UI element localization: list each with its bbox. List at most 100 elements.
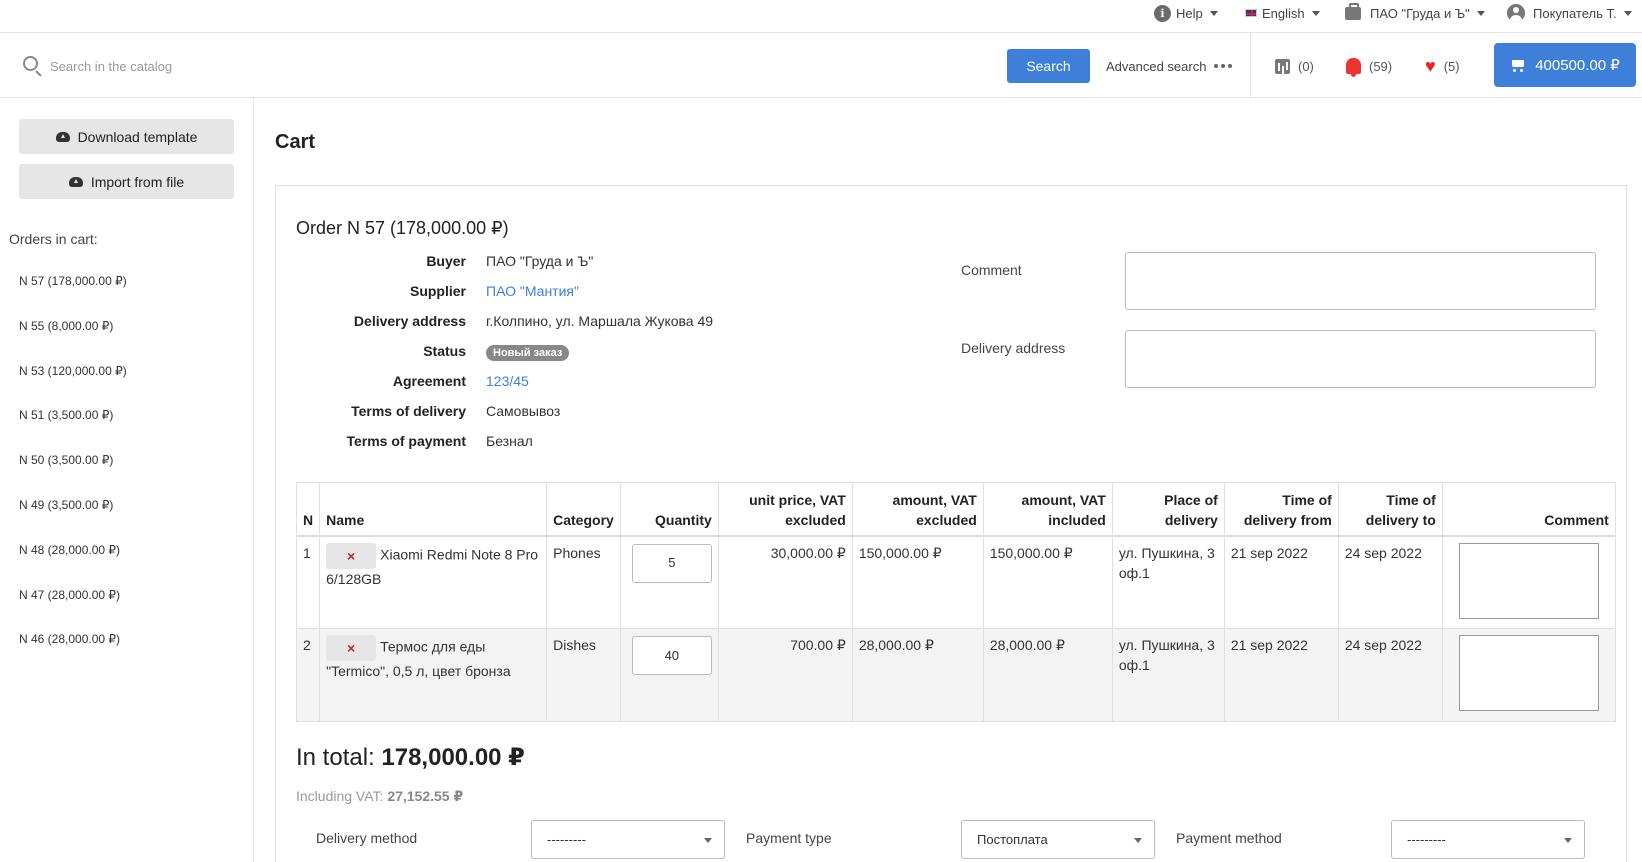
col-header-amount-excl: amount, VAT excluded xyxy=(851,482,984,536)
buyer-label: Buyer xyxy=(426,253,466,269)
cell-n: 2 xyxy=(295,628,321,722)
sidebar-order-link[interactable]: N 46 (28,000.00 ₽) xyxy=(19,632,120,646)
row-comment-textarea[interactable] xyxy=(1458,635,1599,711)
sidebar-order-link[interactable]: N 47 (28,000.00 ₽) xyxy=(19,588,120,602)
delivery-address-textarea[interactable] xyxy=(1125,330,1596,388)
delivery-address-label: Delivery address xyxy=(961,340,1066,356)
col-header-place: Place of delivery xyxy=(1111,482,1225,536)
terms-delivery-value: Самовывоз xyxy=(486,403,561,419)
search-button[interactable]: Search xyxy=(1007,49,1090,83)
heart-icon: ♥ xyxy=(1425,56,1436,76)
comment-textarea[interactable] xyxy=(1125,252,1596,310)
notifications-count: (59) xyxy=(1369,58,1393,74)
terms-payment-value: Безнал xyxy=(486,433,533,449)
briefcase-icon xyxy=(1345,2,1361,20)
download-template-button[interactable]: Download template xyxy=(19,119,234,154)
sidebar-order-link[interactable]: N 50 (3,500.00 ₽) xyxy=(19,453,113,467)
status-value: Новый заказ xyxy=(486,343,570,361)
payment-type-select[interactable]: Постоплата xyxy=(961,820,1155,859)
col-header-time-from: Time of delivery from xyxy=(1223,482,1339,536)
chevron-down-icon xyxy=(1623,10,1632,16)
col-header-quantity: Quantity xyxy=(619,482,719,536)
vat-value: 27,152.55 ₽ xyxy=(387,788,464,804)
chevron-down-icon xyxy=(704,838,712,843)
delivery-method-select[interactable]: --------- xyxy=(531,820,725,859)
notifications-counter[interactable]: (59) xyxy=(1346,49,1392,83)
status-label: Status xyxy=(423,343,466,359)
cell-name: × Xiaomi Redmi Note 8 Pro 6/128GB xyxy=(319,535,548,629)
user-label: Покупатель Т. xyxy=(1533,5,1617,21)
payment-type-label: Payment type xyxy=(746,830,832,846)
cell-quantity: 40 xyxy=(619,628,719,722)
help-menu[interactable]: i Help xyxy=(1154,0,1218,26)
quantity-input[interactable]: 40 xyxy=(631,636,712,675)
divider xyxy=(1250,33,1251,97)
table-row: 2 × Термос для еды "Termico", 0,5 л, цвет… xyxy=(295,628,1616,722)
advanced-search-label: Advanced search xyxy=(1106,58,1207,74)
cell-comment xyxy=(1441,535,1616,629)
col-header-amount-incl: amount, VAT included xyxy=(982,482,1113,536)
terms-payment-label: Terms of payment xyxy=(346,433,466,449)
cell-amount-excl: 28,000.00 ₽ xyxy=(851,628,984,722)
language-label: English xyxy=(1262,5,1305,21)
favorites-counter[interactable]: ♥ (5) xyxy=(1425,49,1460,83)
sidebar-order-link[interactable]: N 51 (3,500.00 ₽) xyxy=(19,408,113,422)
cell-amount-excl: 150,000.00 ₽ xyxy=(851,535,984,629)
cell-category: Dishes xyxy=(546,628,621,722)
cell-category: Phones xyxy=(546,535,621,629)
col-header-n: N xyxy=(295,482,321,536)
user-avatar-icon xyxy=(1507,4,1525,22)
sidebar-order-link[interactable]: N 48 (28,000.00 ₽) xyxy=(19,543,120,557)
row-comment-textarea[interactable] xyxy=(1458,542,1599,619)
cell-place: ул. Пушкина, 3 оф.1 xyxy=(1111,628,1225,722)
vat-prefix: Including VAT: xyxy=(296,788,384,804)
help-label: Help xyxy=(1176,5,1203,21)
cell-time-from: 21 sep 2022 xyxy=(1223,628,1339,722)
cell-time-from: 21 sep 2022 xyxy=(1223,535,1339,629)
info-icon: i xyxy=(1154,4,1171,22)
compare-counter[interactable]: (0) xyxy=(1275,49,1314,83)
address-label: Delivery address xyxy=(353,313,466,329)
advanced-search-link[interactable]: Advanced search xyxy=(1106,49,1233,83)
terms-delivery-label: Terms of delivery xyxy=(351,403,466,419)
sidebar: Download template Import from file Order… xyxy=(0,98,254,862)
page-title: Cart xyxy=(275,131,316,153)
cell-time-to: 24 sep 2022 xyxy=(1337,628,1443,722)
cart-button[interactable]: 400500.00 ₽ xyxy=(1494,43,1636,87)
col-header-comment: Comment xyxy=(1441,482,1616,536)
sidebar-order-link[interactable]: N 55 (8,000.00 ₽) xyxy=(19,319,113,333)
orders-in-cart-title: Orders in cart: xyxy=(9,231,98,247)
search-bar: Search Advanced search (0) (59) ♥ (5) 40… xyxy=(0,33,1642,98)
cell-quantity: 5 xyxy=(619,535,719,629)
supplier-link[interactable]: ПАО "Мантия" xyxy=(486,283,579,299)
cloud-download-icon xyxy=(55,131,70,142)
remove-item-button[interactable]: × xyxy=(326,542,377,569)
sidebar-order-link[interactable]: N 57 (178,000.00 ₽) xyxy=(19,274,127,288)
remove-item-button[interactable]: × xyxy=(326,635,377,661)
agreement-link[interactable]: 123/45 xyxy=(486,373,529,389)
cell-comment xyxy=(1441,628,1616,722)
import-file-button[interactable]: Import from file xyxy=(19,164,234,199)
compare-chart-icon xyxy=(1275,58,1290,74)
download-template-label: Download template xyxy=(77,128,198,145)
buyer-value: ПАО "Груда и Ъ" xyxy=(486,253,594,269)
status-badge: Новый заказ xyxy=(486,345,570,361)
sidebar-order-link[interactable]: N 49 (3,500.00 ₽) xyxy=(19,498,113,512)
col-header-category: Category xyxy=(546,482,621,536)
chevron-down-icon xyxy=(1564,838,1572,843)
col-header-time-to: Time of delivery to xyxy=(1337,482,1443,536)
uk-flag-icon xyxy=(1245,9,1257,17)
quantity-input[interactable]: 5 xyxy=(631,543,712,583)
agreement-label: Agreement xyxy=(392,373,466,389)
language-menu[interactable]: English xyxy=(1245,0,1320,26)
delivery-method-value: --------- xyxy=(547,832,586,847)
chevron-down-icon xyxy=(1209,10,1218,16)
payment-type-value: Постоплата xyxy=(977,832,1048,847)
sidebar-order-link[interactable]: N 53 (120,000.00 ₽) xyxy=(19,364,127,378)
company-menu[interactable]: ПАО "Груда и Ъ" xyxy=(1345,0,1485,26)
user-menu[interactable]: Покупатель Т. xyxy=(1507,0,1632,26)
col-header-name: Name xyxy=(319,482,548,536)
payment-method-select[interactable]: --------- xyxy=(1391,820,1585,859)
cell-amount-incl: 150,000.00 ₽ xyxy=(982,535,1113,629)
search-input[interactable] xyxy=(50,53,950,79)
